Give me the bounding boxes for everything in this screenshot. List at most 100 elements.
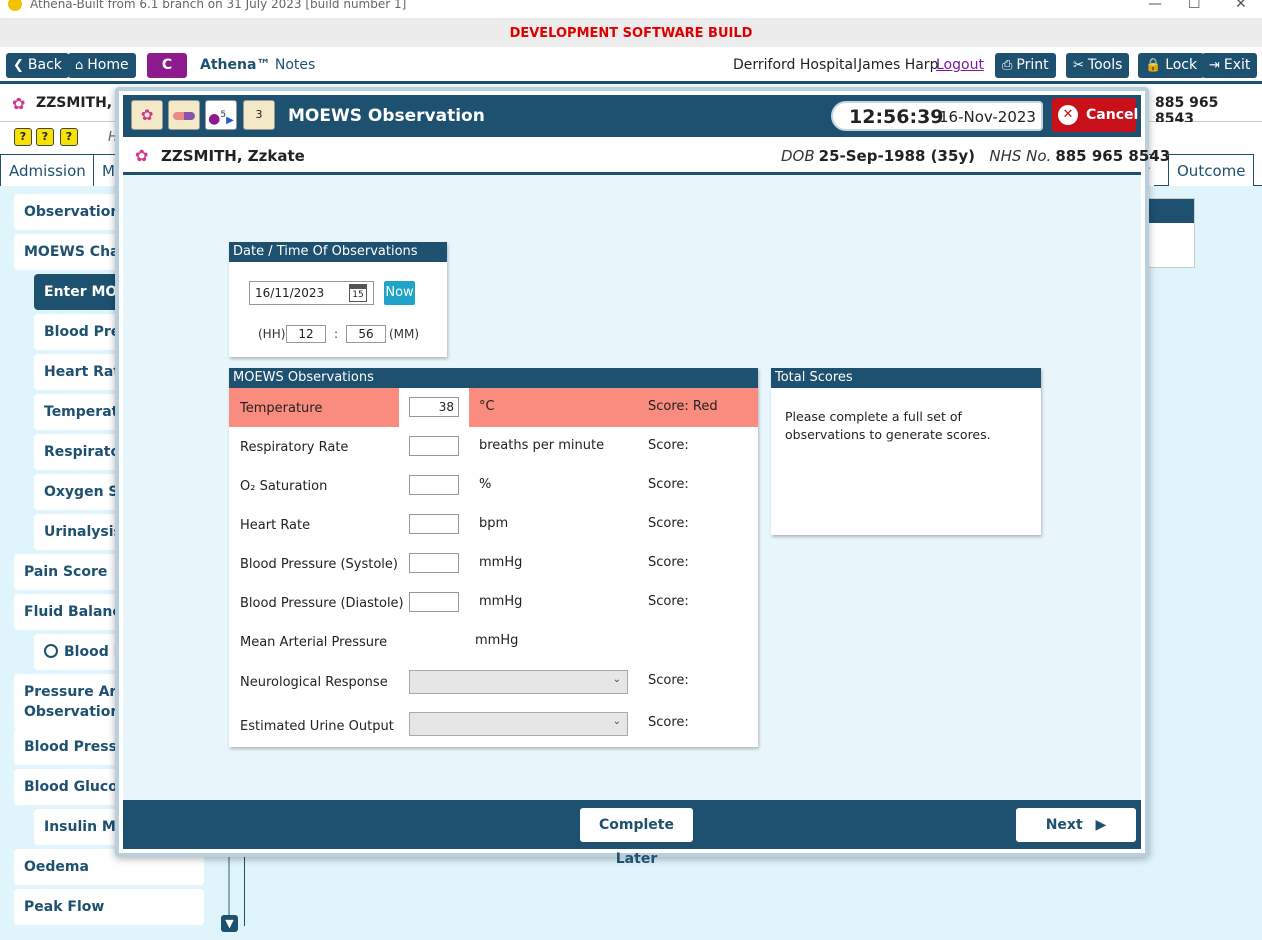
observation-row-o2-saturation: O₂ Saturation % Score: (229, 466, 758, 505)
sidebar-item-label: Observation (24, 704, 121, 720)
exit-label: Exit (1223, 57, 1251, 73)
observation-label: O₂ Saturation (240, 479, 328, 494)
observation-row-heart-rate: Heart Rate bpm Score: (229, 505, 758, 544)
moews-observation-modal: ✿ ●5▶ 3 MOEWS Observation 12:56:39 16-No… (115, 87, 1170, 867)
next-button[interactable]: Next ▶ (1016, 808, 1136, 842)
observations-panel-title: MOEWS Observations (229, 368, 758, 388)
chevron-down-icon[interactable]: ▼ (221, 915, 238, 932)
hour-input[interactable]: 12 (286, 325, 326, 343)
minute-input[interactable]: 56 (346, 325, 386, 343)
observation-unit: °C (479, 399, 495, 414)
observation-label: Estimated Urine Output (240, 719, 394, 734)
question-icon[interactable]: ? (60, 128, 78, 146)
flower-icon[interactable]: ✿ (131, 100, 163, 130)
question-icon[interactable]: ? (36, 128, 54, 146)
observation-row-bp-systole: Blood Pressure (Systole) mmHg Score: (229, 544, 758, 583)
flower-icon: ✿ (12, 94, 26, 113)
heart-rate-input[interactable] (409, 514, 459, 534)
c-button[interactable]: C (147, 53, 187, 78)
observation-label: Blood Pressure (Systole) (240, 557, 398, 572)
observation-score: Score: (648, 477, 689, 492)
observation-score: Score: (648, 438, 689, 453)
user-name: James Harp (858, 57, 939, 73)
build-banner: DEVELOPMENT SOFTWARE BUILD (0, 18, 1262, 47)
patient-name: ZZSMITH, Z (36, 95, 128, 111)
calendar-icon[interactable]: 15 (349, 284, 367, 302)
app-brand: Athena™ (200, 57, 271, 73)
clock-time: 12:56:39 (849, 106, 944, 128)
exit-button[interactable]: ⇥ Exit (1202, 53, 1258, 78)
observation-score: Score: Red (648, 399, 718, 414)
observation-score: Score: (648, 673, 689, 688)
patient-name: ZZSMITH, Zzkate (161, 147, 305, 165)
chevron-left-icon: ❮ (13, 58, 24, 73)
calendar-day: 15 (352, 290, 364, 300)
datetime-panel: Date / Time Of Observations 16/11/2023 1… (229, 242, 447, 357)
respiratory-rate-input[interactable] (409, 436, 459, 456)
date-input[interactable]: 16/11/2023 15 (249, 281, 374, 305)
observation-row-neurological-response: Neurological Response ⌄ Score: (229, 662, 758, 701)
patient-details: DOB 25-Sep-1988 (35y) NHS No. 885 965 8543 (781, 147, 1170, 165)
back-button[interactable]: ❮ Back (6, 53, 69, 78)
total-scores-panel: Total Scores Please complete a full set … (771, 368, 1041, 535)
total-scores-message: Please complete a full set of observatio… (785, 409, 991, 442)
bp-diastole-input[interactable] (409, 592, 459, 612)
observation-row-respiratory-rate: Respiratory Rate breaths per minute Scor… (229, 427, 758, 466)
dob-label: DOB (781, 147, 815, 165)
lock-icon: 🔒 (1145, 58, 1162, 73)
modal-footer: Complete Later Next ▶ (123, 800, 1141, 867)
logout-link[interactable]: Logout (936, 57, 984, 73)
window-title: Athena-Built from 6.1 branch on 31 July … (30, 0, 407, 11)
observation-unit: mmHg (479, 594, 523, 609)
back-label: Back (27, 57, 62, 73)
home-icon: ⌂ (75, 58, 84, 73)
tab-admission[interactable]: Admission (0, 154, 95, 186)
observation-score: Score: (648, 715, 689, 730)
people-icon[interactable]: ●5▶ (205, 100, 237, 130)
maximize-button[interactable]: ☐ (1188, 0, 1201, 12)
calendar-icon[interactable]: 3 (243, 100, 275, 130)
now-button[interactable]: Now (384, 281, 415, 305)
tools-button[interactable]: ✂ Tools (1066, 53, 1130, 78)
cancel-label: Cancel (1086, 107, 1139, 123)
temperature-input[interactable]: 38 (409, 397, 459, 417)
date-value: 16/11/2023 (255, 286, 325, 300)
home-button[interactable]: ⌂ Home (68, 53, 136, 78)
alert-icon[interactable]: ? (14, 128, 32, 146)
total-scores-title: Total Scores (771, 368, 1041, 388)
moews-observations-panel: MOEWS Observations Temperature 38 °C Sco… (229, 368, 758, 747)
clock: 12:56:39 16-Nov-2023 (831, 101, 1043, 131)
o2-saturation-input[interactable] (409, 475, 459, 495)
sidebar-item-peak-flow[interactable]: Peak Flow (14, 889, 204, 925)
modal-title: MOEWS Observation (288, 106, 485, 126)
urine-output-select[interactable]: ⌄ (409, 712, 628, 736)
cancel-button[interactable]: ✕ Cancel (1052, 98, 1139, 132)
observation-label: Temperature (240, 401, 323, 416)
observation-row-temperature: Temperature 38 °C Score: Red (229, 388, 758, 427)
tools-icon: ✂ (1073, 58, 1084, 73)
app-logo-icon (8, 0, 22, 11)
pill-icon[interactable] (168, 100, 200, 130)
chevron-down-icon: ⌄ (612, 674, 621, 685)
app-module: Notes (274, 57, 316, 73)
lock-label: Lock (1165, 57, 1198, 73)
clock-date: 16-Nov-2023 (939, 108, 1036, 126)
exit-icon: ⇥ (1209, 58, 1220, 73)
app-name: Athena™ Notes (200, 57, 315, 73)
minimize-button[interactable]: — (1148, 0, 1162, 12)
hospital-name: Derriford Hospital (733, 57, 858, 73)
complete-later-button[interactable]: Complete Later (580, 808, 693, 867)
close-icon: ✕ (1058, 105, 1078, 125)
observation-label: Respiratory Rate (240, 440, 349, 455)
lock-button[interactable]: 🔒 Lock (1138, 53, 1205, 78)
datetime-panel-title: Date / Time Of Observations (229, 242, 447, 262)
observation-label: Neurological Response (240, 675, 388, 690)
tools-label: Tools (1087, 57, 1123, 73)
tab-outcome[interactable]: Outcome (1168, 154, 1255, 186)
top-toolbar: ❮ Back ⌂ Home C Athena™ Notes Derriford Ho… (0, 47, 1262, 84)
print-button[interactable]: ⎙ Print (995, 53, 1056, 78)
observation-row-mean-arterial-pressure: Mean Arterial Pressure mmHg (229, 622, 758, 661)
bp-systole-input[interactable] (409, 553, 459, 573)
close-window-button[interactable]: ✕ (1235, 0, 1247, 12)
neurological-response-select[interactable]: ⌄ (409, 670, 628, 694)
